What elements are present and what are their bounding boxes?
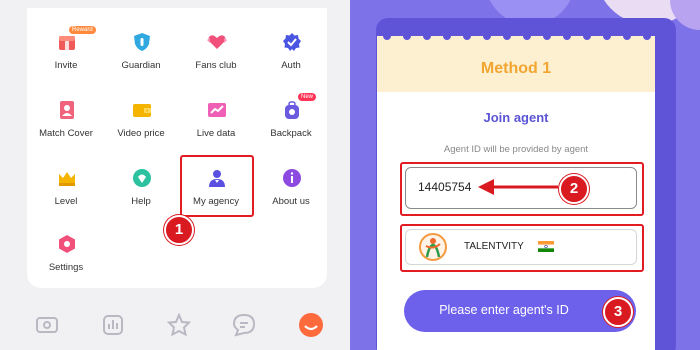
menu-item-label: Live data	[196, 128, 236, 139]
menu-item-backpack[interactable]: New Backpack	[254, 93, 328, 154]
new-badge: New	[298, 93, 317, 101]
agent-id-value: 14405754	[418, 180, 472, 194]
menu-item-guardian[interactable]: Guardian	[104, 26, 178, 86]
menu-item-label: Help	[131, 196, 151, 207]
menu-item-video-price[interactable]: Video price	[104, 94, 178, 154]
menu-item-label: Guardian	[121, 60, 161, 71]
agent-name: TALENTVITY	[464, 241, 524, 252]
menu-item-label: About us	[272, 196, 310, 207]
menu-item-label: Auth	[281, 60, 301, 71]
verified-badge-icon	[283, 33, 301, 51]
agency-logo-icon	[419, 233, 447, 261]
chart-icon	[208, 103, 226, 117]
info-icon	[283, 169, 301, 187]
star-icon[interactable]	[167, 313, 191, 337]
button-label: Please enter agent's ID	[439, 303, 569, 317]
menu-item-label: Invite	[54, 60, 78, 71]
india-flag-icon	[538, 241, 554, 252]
guardian-shield-icon	[134, 33, 150, 51]
menu-item-label: Fans club	[195, 60, 237, 71]
menu-item-about-us[interactable]: About us	[254, 162, 328, 222]
message-icon[interactable]	[232, 313, 256, 337]
menu-item-label: Match Cover	[39, 128, 93, 139]
menu-item-label: Settings	[48, 262, 84, 273]
menu-item-auth[interactable]: Auth	[254, 26, 328, 86]
menu-item-settings[interactable]: Settings	[29, 228, 103, 288]
crown-icon	[59, 172, 75, 186]
step-marker-1: 1	[164, 215, 194, 245]
bottom-nav	[0, 298, 350, 350]
pointer-arrow-icon	[478, 179, 558, 195]
portrait-icon	[60, 101, 74, 119]
menu-panel: Reward Invite Guardian Fans club Auth Ma…	[27, 8, 327, 288]
method-header: Method 1	[377, 42, 655, 92]
agent-id-hint: Agent ID will be provided by agent	[443, 144, 589, 155]
menu-screen: Reward Invite Guardian Fans club Auth Ma…	[0, 0, 350, 350]
menu-item-match-cover[interactable]: Match Cover	[29, 94, 103, 154]
menu-item-label: Video price	[117, 128, 165, 139]
my-agency-highlight	[180, 155, 254, 217]
backpack-icon	[285, 101, 299, 119]
menu-item-label: Backpack	[270, 128, 312, 139]
invite-icon	[59, 36, 75, 50]
help-icon	[133, 169, 151, 187]
step-marker-3: 3	[603, 297, 633, 327]
submit-agent-id-button[interactable]: Please enter agent's ID	[404, 290, 636, 332]
menu-item-level[interactable]: Level	[29, 162, 103, 222]
menu-item-invite[interactable]: Reward Invite	[29, 26, 103, 86]
reward-badge: Reward	[69, 26, 96, 34]
menu-item-fans-club[interactable]: Fans club	[179, 26, 253, 86]
wallet-icon	[133, 104, 151, 117]
settings-icon	[59, 235, 75, 253]
step-marker-2: 2	[559, 174, 589, 204]
method-title: Method 1	[480, 60, 552, 77]
video-icon[interactable]	[35, 313, 59, 337]
agent-result-card[interactable]: TALENTVITY	[405, 229, 637, 265]
menu-item-label: Level	[54, 196, 78, 207]
profile-icon[interactable]	[298, 312, 324, 338]
join-agent-heading: Join agent	[483, 110, 549, 125]
menu-item-live-data[interactable]: Live data	[179, 94, 253, 154]
ranking-icon[interactable]	[101, 313, 125, 337]
menu-item-help[interactable]: Help	[104, 162, 178, 222]
heart-wings-icon	[207, 35, 227, 49]
